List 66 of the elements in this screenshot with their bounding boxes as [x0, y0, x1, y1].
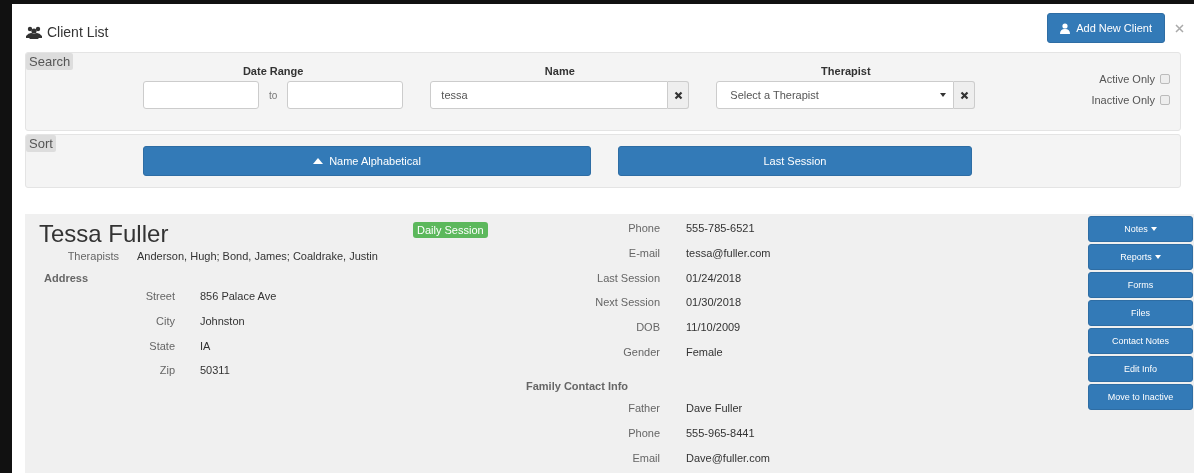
checkbox-label: Inactive Only [1091, 94, 1155, 106]
field-label: Phone [627, 222, 660, 235]
clear-button[interactable] [954, 81, 976, 109]
field-label: Father [627, 402, 660, 415]
session-badge: Daily Session [413, 222, 488, 238]
client-name: Tessa Fuller [39, 220, 170, 248]
field-label: State [148, 339, 175, 352]
action-button[interactable]: Move to Inactive [1088, 384, 1193, 410]
field-label: Zip [158, 364, 175, 377]
action-button[interactable]: Notes [1088, 216, 1193, 242]
sort-button[interactable]: Last Session [618, 146, 972, 176]
field-value: 11/10/2009 [686, 321, 741, 334]
field-label: Name [543, 65, 576, 78]
clear-button[interactable] [668, 81, 690, 109]
field-label: Therapist [820, 65, 872, 78]
action-button[interactable]: Forms [1088, 272, 1193, 298]
close-icon [673, 90, 683, 100]
field-value: Dave@fuller.com [686, 451, 770, 464]
field-value: Johnston [200, 315, 245, 328]
caret-icon [940, 93, 947, 97]
field-value: 856 Palace Ave [200, 290, 277, 303]
field-label: Date Range [241, 65, 305, 78]
checkbox[interactable] [1160, 74, 1170, 84]
close-icon [959, 90, 969, 100]
action-button[interactable]: Files [1088, 300, 1193, 326]
field-label: DOB [635, 321, 660, 334]
section-label: Family Contact Info [526, 380, 630, 393]
field-label: Gender [622, 345, 660, 358]
panel-label: Sort [26, 135, 56, 152]
field-label: City [155, 315, 175, 328]
field-value: tessa@fuller.com [686, 247, 771, 260]
checkbox[interactable] [1160, 95, 1170, 105]
field-value: Dave Fuller [686, 402, 743, 415]
field-value: 01/24/2018 [686, 271, 742, 284]
field-label: Last Session [596, 271, 660, 284]
user-icon [1060, 22, 1071, 34]
field-label: Street [144, 290, 175, 303]
section-label: Address [44, 272, 90, 284]
field-label: Therapists [66, 250, 119, 262]
users-icon [26, 25, 42, 39]
field-label: Email [631, 451, 660, 464]
field-value: Female [686, 345, 723, 358]
sort-button[interactable]: Name Alphabetical [143, 146, 591, 176]
action-button[interactable]: Reports [1088, 244, 1193, 270]
action-button[interactable]: Edit Info [1088, 356, 1193, 382]
field-label: Phone [627, 427, 660, 440]
close-icon [1175, 23, 1184, 33]
close-button[interactable] [1175, 23, 1184, 33]
therapist-select[interactable]: Select a Therapist [716, 81, 955, 109]
panel-label: Search [26, 53, 74, 70]
field-value: IA [200, 339, 211, 352]
add-client-button[interactable]: Add New Client [1047, 13, 1165, 43]
action-button[interactable]: Contact Notes [1088, 328, 1193, 354]
checkbox-label: Active Only [1099, 73, 1155, 85]
field-label: Next Session [594, 296, 660, 309]
field-value: 01/30/2018 [686, 296, 742, 309]
range-separator: to [269, 89, 278, 101]
date-to-field[interactable] [287, 81, 404, 109]
field-value: Anderson, Hugh; Bond, James; Coaldrake, Justin [137, 250, 378, 262]
field-value: 50311 [200, 364, 230, 377]
field-label: E-mail [627, 247, 660, 260]
name-field[interactable]: tessa [430, 81, 669, 109]
field-value: 555-965-8441 [686, 427, 755, 440]
date-from-field[interactable] [143, 81, 259, 109]
window-title: Client List [47, 24, 109, 40]
field-value: 555-785-6521 [686, 222, 755, 235]
